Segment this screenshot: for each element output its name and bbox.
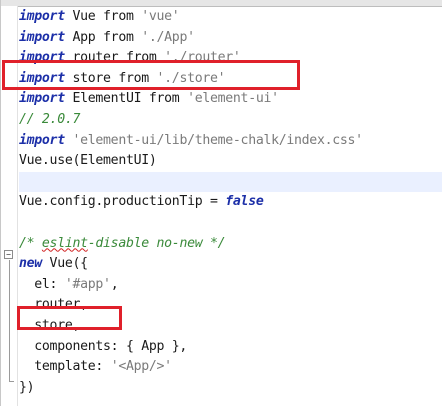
minus-box-icon[interactable]: − bbox=[4, 250, 13, 259]
code-token: import bbox=[19, 91, 65, 107]
code-token: 'vue' bbox=[141, 9, 180, 24]
code-line[interactable]: el: '#app', bbox=[19, 275, 442, 296]
code-editor[interactable]: − import Vue from 'vue' import App from '… bbox=[0, 0, 442, 406]
code-token: components: { App }, bbox=[19, 338, 188, 354]
code-token: eslint bbox=[41, 235, 88, 251]
code-token: // 2.0.7 bbox=[19, 111, 81, 127]
code-line[interactable] bbox=[19, 171, 442, 193]
import-store-line bbox=[2, 60, 300, 90]
code-token: import bbox=[19, 29, 65, 45]
code-line[interactable]: /* eslint-disable no-new */ bbox=[19, 234, 442, 255]
code-line[interactable]: Vue.config.productionTip = false bbox=[19, 192, 442, 213]
code-line[interactable]: }) bbox=[19, 378, 442, 399]
code-line[interactable]: Vue.use(ElementUI) bbox=[19, 151, 442, 172]
code-token: /* bbox=[19, 235, 42, 251]
code-line[interactable]: import ElementUI from 'element-ui' bbox=[19, 89, 442, 110]
code-line[interactable] bbox=[19, 213, 442, 234]
code-line[interactable]: template: '<App/>' bbox=[19, 357, 442, 378]
code-token: ElementUI from bbox=[64, 91, 188, 107]
code-line[interactable]: import Vue from 'vue' bbox=[19, 7, 442, 28]
code-token: false bbox=[225, 194, 264, 210]
store-property-line bbox=[17, 306, 122, 330]
code-line[interactable]: new Vue({ bbox=[19, 254, 442, 275]
code-token: , bbox=[110, 276, 119, 292]
code-token: template: bbox=[19, 359, 111, 375]
code-token: }) bbox=[19, 379, 35, 395]
code-token: '#app' bbox=[64, 276, 111, 292]
fold-guide-line bbox=[9, 260, 10, 381]
editor-top-bar bbox=[1, 0, 442, 7]
code-line[interactable]: import App from './App' bbox=[19, 28, 442, 49]
code-token: Vue.config.productionTip = bbox=[19, 194, 226, 210]
code-token: './App' bbox=[141, 29, 195, 45]
code-line[interactable]: components: { App }, bbox=[19, 337, 442, 358]
fold-guide-end bbox=[9, 381, 14, 382]
code-token: Vue from bbox=[64, 9, 142, 24]
code-token: -disable no-new */ bbox=[87, 235, 226, 251]
code-token: import bbox=[19, 132, 65, 148]
code-token: Vue({ bbox=[41, 256, 89, 272]
code-token: import bbox=[19, 9, 65, 24]
code-line[interactable]: // 2.0.7 bbox=[19, 110, 442, 131]
code-line[interactable]: import 'element-ui/lib/theme-chalk/index… bbox=[19, 131, 442, 152]
code-token: 'element-ui/lib/theme-chalk/index.css' bbox=[72, 132, 363, 148]
code-token: App from bbox=[64, 29, 142, 45]
code-token: el: bbox=[19, 276, 65, 292]
code-token: Vue.use(ElementUI) bbox=[19, 153, 157, 169]
code-token: '<App/>' bbox=[110, 359, 172, 375]
code-token: 'element-ui' bbox=[187, 91, 279, 107]
code-token: new bbox=[19, 256, 42, 272]
